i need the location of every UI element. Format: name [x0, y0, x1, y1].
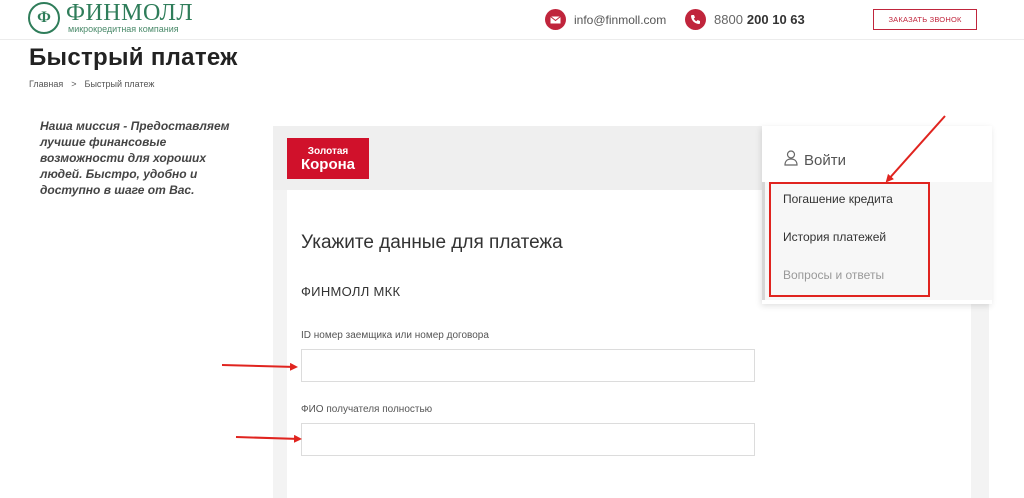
user-icon: [784, 150, 798, 170]
site-header: Ф ФИНМОЛЛ микрокредитная компания info@f…: [0, 0, 1024, 40]
contact-phone[interactable]: 8800 200 10 63: [685, 9, 805, 30]
phone-prefix: 8800: [714, 12, 743, 27]
recipient-name-label: ФИО получателя полностью: [301, 404, 433, 415]
page-title: Быстрый платеж: [29, 44, 238, 71]
phone-number[interactable]: 200 10 63: [747, 12, 805, 27]
login-label: Войти: [804, 151, 846, 169]
envelope-icon: [545, 9, 566, 30]
zolotaya-korona-logo: Золотая Корона: [287, 138, 369, 179]
annotation-highlight-box: [769, 182, 930, 297]
logo-name: ФИНМОЛЛ: [66, 0, 194, 26]
breadcrumb-home[interactable]: Главная: [29, 79, 63, 89]
phone-icon: [685, 9, 706, 30]
brand-logo-line2: Корона: [300, 155, 356, 173]
contact-email[interactable]: info@finmoll.com: [545, 9, 666, 30]
login-link[interactable]: Войти: [784, 150, 846, 170]
logo-text: ФИНМОЛЛ микрокредитная компания: [66, 0, 194, 34]
recipient-name-input[interactable]: [301, 423, 755, 456]
mission-text: Наша миссия - Предоставляем лучшие финан…: [40, 119, 230, 197]
site-logo[interactable]: Ф ФИНМОЛЛ микрокредитная компания: [28, 0, 194, 34]
breadcrumb-separator: >: [71, 79, 77, 89]
email-link[interactable]: info@finmoll.com: [574, 13, 666, 27]
payment-company-name: ФИНМОЛЛ МКК: [301, 284, 401, 299]
logo-subtitle: микрокредитная компания: [68, 24, 179, 34]
breadcrumb: Главная > Быстрый платеж: [29, 79, 154, 89]
payment-form-title: Укажите данные для платежа: [301, 232, 563, 253]
logo-mark-icon: Ф: [28, 2, 60, 34]
borrower-id-input[interactable]: [301, 349, 755, 382]
breadcrumb-current: Быстрый платеж: [84, 79, 155, 89]
borrower-id-label: ID номер заемщика или номер договора: [301, 330, 489, 341]
brand-logo-line1: Золотая: [307, 145, 349, 157]
callback-button[interactable]: ЗАКАЗАТЬ ЗВОНОК: [873, 9, 977, 30]
